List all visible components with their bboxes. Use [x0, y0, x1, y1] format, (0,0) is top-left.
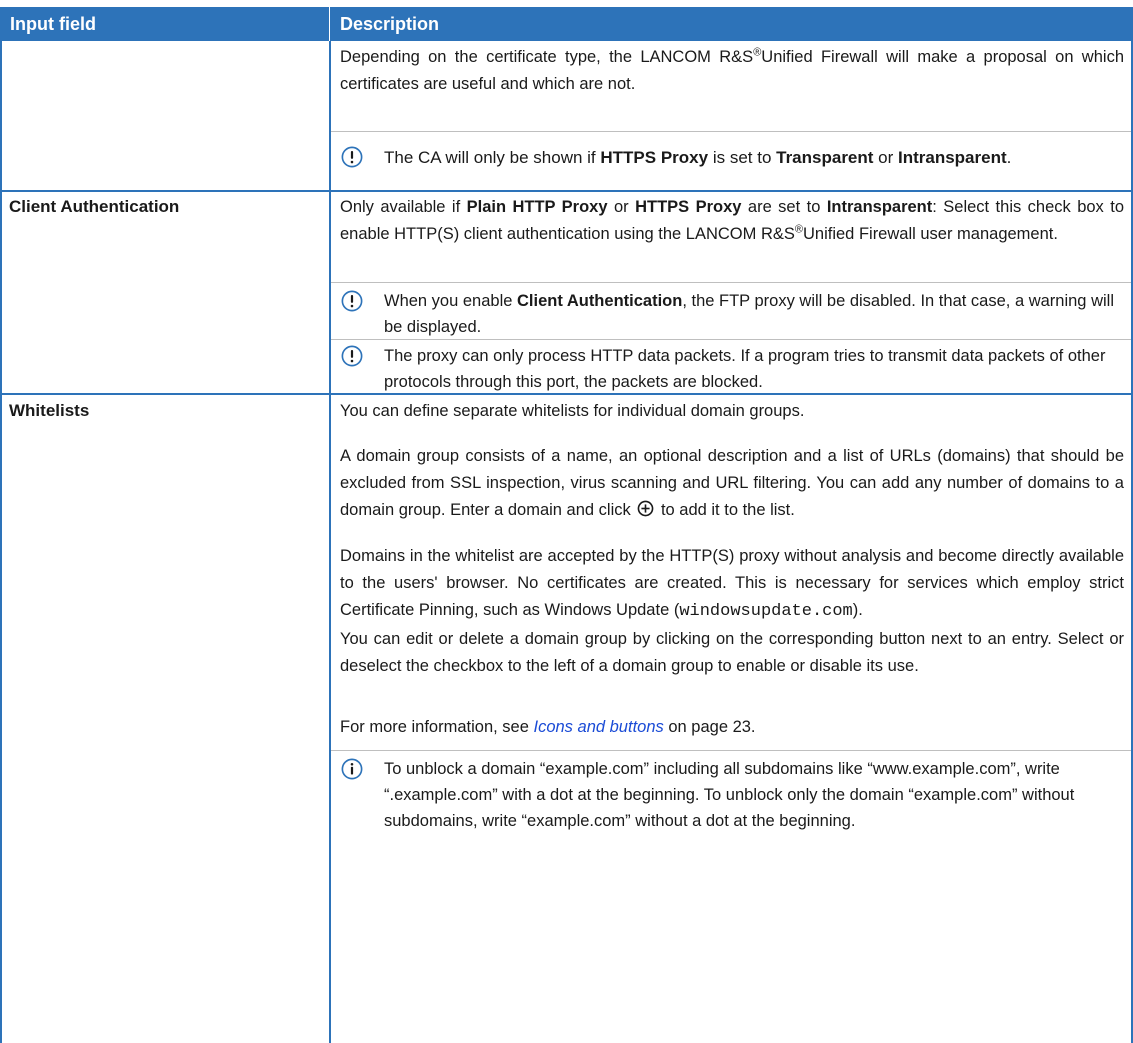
- exclamation-circle-icon: [341, 345, 363, 367]
- header-description: Description: [340, 14, 440, 34]
- note-separator: [331, 131, 1131, 132]
- ca-note: The CA will only be shown if HTTPS Proxy…: [384, 148, 1012, 167]
- header-input-field: Input field: [10, 14, 96, 34]
- note-separator: [331, 339, 1131, 340]
- whitelists-paragraph-4: You can edit or delete a domain group by…: [340, 630, 1124, 675]
- label-client-authentication: Client Authentication: [9, 197, 180, 216]
- plus-circle-icon: [637, 500, 654, 517]
- icons-and-buttons-link[interactable]: Icons and buttons: [534, 718, 664, 736]
- table-header: Input field Description: [0, 7, 1133, 41]
- label-whitelists: Whitelists: [9, 401, 90, 420]
- row-separator: [0, 190, 1133, 192]
- whitelists-paragraph-1: You can define separate whitelists for i…: [340, 402, 805, 420]
- whitelists-paragraph-2: A domain group consists of a name, an op…: [340, 447, 1124, 519]
- client-auth-note-2: The proxy can only process HTTP data pac…: [384, 347, 1106, 391]
- whitelists-info-note: To unblock a domain “example.com” includ…: [384, 760, 1075, 830]
- whitelists-paragraph-3: Domains in the whitelist are accepted by…: [340, 547, 1124, 621]
- whitelists-paragraph-5: For more information, see Icons and butt…: [340, 718, 756, 736]
- header-divider: [329, 7, 330, 41]
- ca-paragraph: Depending on the certificate type, the L…: [340, 46, 1124, 93]
- document-page: Input field Description Depending on the…: [0, 0, 1133, 1043]
- info-circle-icon: [341, 758, 363, 780]
- exclamation-circle-icon: [341, 146, 363, 168]
- note-separator: [331, 282, 1131, 283]
- exclamation-circle-icon: [341, 290, 363, 312]
- client-auth-note-1: When you enable Client Authentication, t…: [384, 292, 1114, 336]
- note-separator: [331, 750, 1131, 751]
- client-auth-paragraph: Only available if Plain HTTP Proxy or HT…: [340, 198, 1124, 243]
